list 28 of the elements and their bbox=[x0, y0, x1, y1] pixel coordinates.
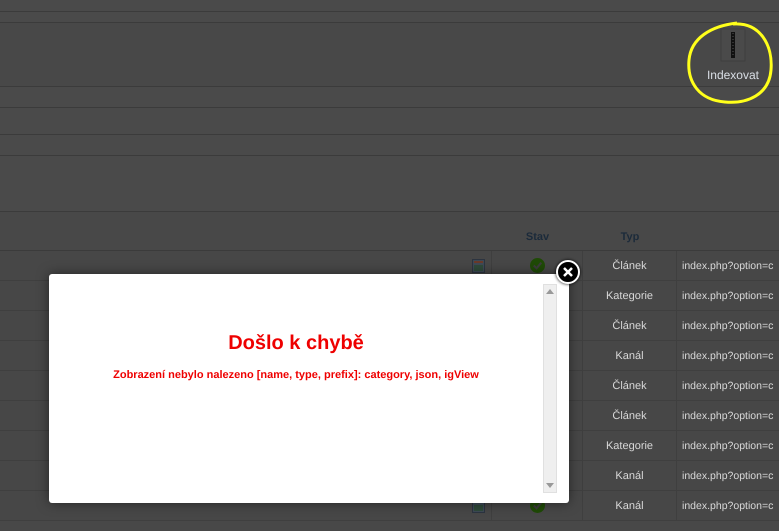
table-cell: Článek bbox=[612, 380, 647, 392]
table-cell: index.php?option=c bbox=[682, 350, 774, 362]
zipper-icon bbox=[720, 28, 746, 62]
calendar-icon bbox=[472, 258, 485, 272]
scroll-up-icon[interactable] bbox=[546, 289, 554, 294]
check-icon bbox=[530, 258, 544, 273]
table-cell: index.php?option=c bbox=[682, 440, 774, 452]
table-cell: index.php?option=c bbox=[682, 290, 774, 302]
table-cell: Kategorie bbox=[606, 440, 654, 452]
table-cell: index.php?option=c bbox=[682, 500, 774, 512]
table-cell: Kategorie bbox=[606, 290, 654, 302]
scroll-down-icon[interactable] bbox=[546, 483, 554, 488]
table-cell: Článek bbox=[612, 260, 647, 272]
table-cell: Článek bbox=[612, 320, 647, 332]
table-cell: Článek bbox=[612, 410, 647, 422]
table-cell: index.php?option=c bbox=[682, 260, 774, 272]
scrollbar[interactable] bbox=[543, 284, 557, 493]
table-cell: Kanál bbox=[615, 470, 644, 482]
table-cell: index.php?option=c bbox=[682, 320, 774, 332]
table-cell: index.php?option=c bbox=[682, 410, 774, 422]
error-title: Došlo k chybě bbox=[228, 332, 364, 355]
error-message: Zobrazení nebylo nalezeno [name, type, prefix]: category, json, igView bbox=[113, 369, 479, 381]
table-cell: Kanál bbox=[615, 350, 644, 362]
close-icon[interactable] bbox=[563, 267, 573, 277]
table-cell: index.php?option=c bbox=[682, 470, 774, 482]
table-cell: index.php?option=c bbox=[682, 380, 774, 392]
index-button[interactable]: Indexovat bbox=[706, 28, 759, 82]
table-cell: Kanál bbox=[615, 500, 644, 512]
